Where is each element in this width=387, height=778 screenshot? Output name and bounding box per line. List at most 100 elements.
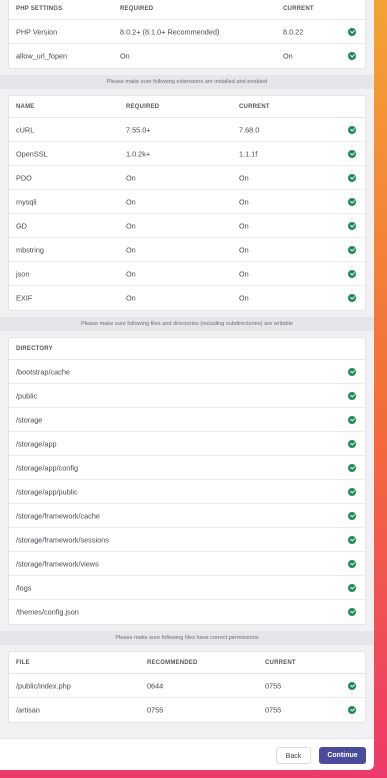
setting-required: 8.0.2+ (8.1.0+ Recommended) <box>120 27 220 36</box>
column-header-required: REQUIRED <box>126 104 160 110</box>
check-circle-icon <box>348 173 356 182</box>
check-circle-icon <box>348 245 356 254</box>
file-path: /public/index.php <box>16 681 71 690</box>
directory-path: /storage/framework/sessions <box>16 535 109 544</box>
table-row: PHP Version 8.0.2+ (8.1.0+ Recommended) … <box>9 20 365 44</box>
directory-path: /storage <box>16 415 43 424</box>
check-circle-icon <box>348 608 356 616</box>
directory-path: /public <box>16 391 38 400</box>
file-current: 0755 <box>265 705 282 715</box>
setting-name: allow_url_fopen <box>16 51 68 61</box>
extension-current: 1.1.1f <box>239 149 258 158</box>
extension-current: 7.68.0 <box>239 125 260 134</box>
column-header-current: CURRENT <box>265 660 296 666</box>
table-header: FILE RECOMMENDED CURRENT <box>9 652 365 674</box>
table-row: allow_url_fopen On On <box>9 44 365 68</box>
back-button[interactable]: Back <box>276 747 311 764</box>
table-row: GD On On <box>9 214 365 238</box>
table-row: /storage/app <box>9 432 365 456</box>
extension-required: 7.55.0+ <box>126 125 151 134</box>
file-recommended: 0755 <box>147 705 164 715</box>
check-circle-icon <box>348 391 356 400</box>
table-header: DIRECTORY <box>9 338 365 360</box>
directory-path: /storage/app/public <box>16 487 78 496</box>
extension-required: 1.0.2k+ <box>126 149 151 158</box>
check-circle-icon <box>348 535 356 544</box>
check-circle-icon <box>348 197 356 206</box>
check-circle-icon <box>348 149 356 158</box>
check-circle-icon <box>348 367 356 376</box>
extension-name: mbstring <box>16 245 44 254</box>
extension-required: On <box>126 293 136 303</box>
check-circle-icon <box>348 52 356 60</box>
extension-name: GD <box>16 221 27 230</box>
column-header-name: NAME <box>16 104 35 110</box>
column-header-name: PHP SETTINGS <box>16 6 63 12</box>
extension-required: On <box>126 197 136 206</box>
table-row: json On On <box>9 262 365 286</box>
table-row: OpenSSL 1.0.2k+ 1.1.1f <box>9 142 365 166</box>
extension-name: OpenSSL <box>16 149 48 158</box>
table-row: /artisan 0755 0755 <box>9 698 365 722</box>
extension-name: cURL <box>16 125 35 134</box>
check-circle-icon <box>348 583 356 592</box>
extension-name: PDO <box>16 173 32 182</box>
check-circle-icon <box>348 269 356 278</box>
table-row: PDO On On <box>9 166 365 190</box>
table-row: /public <box>9 384 365 408</box>
table-row: EXIF On On <box>9 286 365 310</box>
file-path: /artisan <box>16 705 40 715</box>
table-row: mysqli On On <box>9 190 365 214</box>
directory-path: /storage/app/config <box>16 463 79 472</box>
extension-name: EXIF <box>16 293 33 303</box>
directory-path: /themes/config.json <box>16 607 79 617</box>
directory-path: /bootstrap/cache <box>16 367 70 376</box>
permissions-notice: Please make sure following files have co… <box>0 631 374 645</box>
directory-path: /storage/app <box>16 439 57 448</box>
file-recommended: 0644 <box>147 681 164 690</box>
table-row: /storage/framework/views <box>9 552 365 576</box>
extension-current: On <box>239 269 249 278</box>
directories-card: DIRECTORY /bootstrap/cache /public /stor… <box>8 337 366 625</box>
wizard-footer: Back Continue <box>0 738 374 770</box>
table-row: cURL 7.55.0+ 7.68.0 <box>9 118 365 142</box>
extension-required: On <box>126 221 136 230</box>
column-header-required: REQUIRED <box>120 6 154 12</box>
column-header-recommended: RECOMMENDED <box>147 660 198 666</box>
table-row: /storage/framework/sessions <box>9 528 365 552</box>
check-circle-icon <box>348 681 356 690</box>
check-circle-icon <box>348 125 356 134</box>
table-header: NAME REQUIRED CURRENT <box>9 96 365 118</box>
setting-current: 8.0.22 <box>283 27 304 36</box>
table-row: /logs <box>9 576 365 600</box>
extension-current: On <box>239 245 249 254</box>
column-header-directory: DIRECTORY <box>16 346 53 352</box>
setting-required: On <box>120 51 130 61</box>
table-row: /public/index.php 0644 0755 <box>9 674 365 698</box>
directories-notice: Please make sure following files and dir… <box>0 317 374 331</box>
check-circle-icon <box>348 487 356 496</box>
continue-button[interactable]: Continue <box>319 747 366 764</box>
table-row: /storage/app/public <box>9 480 365 504</box>
column-header-file: FILE <box>16 660 30 666</box>
extensions-notice: Please make sure following extensions ar… <box>0 75 374 89</box>
check-circle-icon <box>348 463 356 472</box>
extensions-card: NAME REQUIRED CURRENT cURL 7.55.0+ 7.68.… <box>8 95 366 311</box>
extension-required: On <box>126 173 136 182</box>
directory-path: /logs <box>16 583 32 592</box>
check-circle-icon <box>348 415 356 424</box>
table-row: mbstring On On <box>9 238 365 262</box>
directory-path: /storage/framework/views <box>16 559 99 568</box>
table-row: /storage <box>9 408 365 432</box>
directory-path: /storage/framework/cache <box>16 511 100 520</box>
check-circle-icon <box>348 439 356 448</box>
table-row: /storage/framework/cache <box>9 504 365 528</box>
check-circle-icon <box>348 294 356 302</box>
extension-name: json <box>16 269 30 278</box>
php-settings-card: PHP SETTINGS REQUIRED CURRENT PHP Versio… <box>8 0 366 69</box>
check-circle-icon <box>348 511 356 520</box>
column-header-current: CURRENT <box>283 6 314 12</box>
column-header-current: CURRENT <box>239 104 270 110</box>
extension-required: On <box>126 245 136 254</box>
extension-current: On <box>239 221 249 230</box>
